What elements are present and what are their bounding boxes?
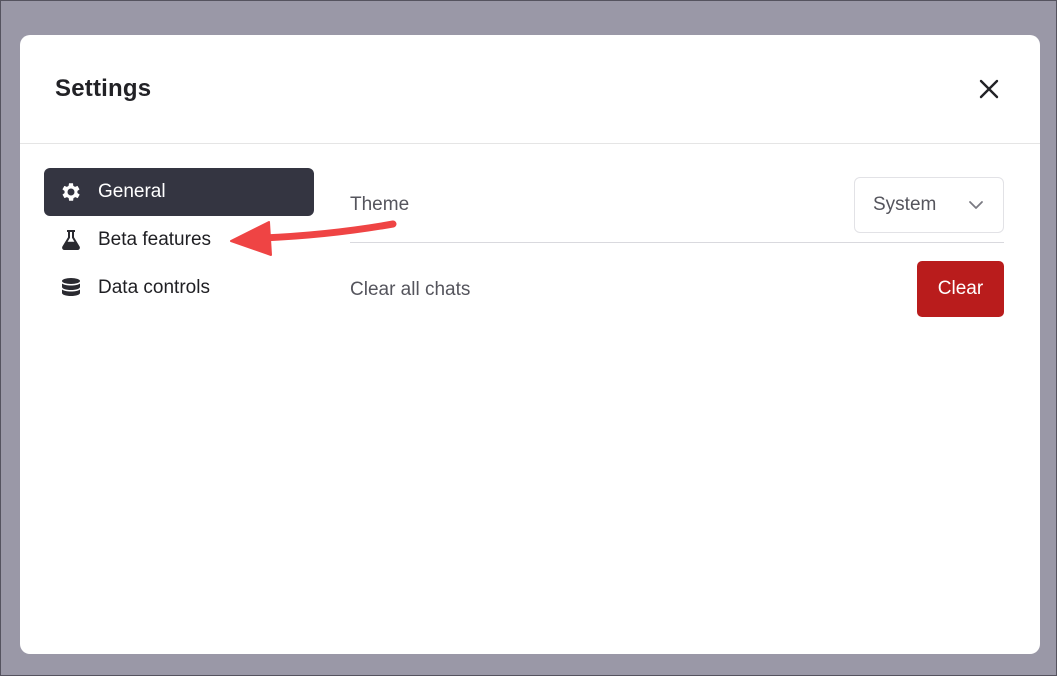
nav-item-label: General xyxy=(98,181,166,202)
gear-icon xyxy=(58,179,84,205)
theme-select-value: System xyxy=(873,194,937,215)
nav-item-label: Beta features xyxy=(98,229,212,250)
nav-item-general[interactable]: General xyxy=(44,168,314,216)
database-icon xyxy=(58,275,84,301)
theme-row: Theme System xyxy=(350,168,1004,243)
settings-nav: General Beta features Data controls xyxy=(44,168,314,312)
dialog-title: Settings xyxy=(55,75,152,102)
theme-select[interactable]: System xyxy=(854,177,1004,233)
nav-item-label: Data controls xyxy=(98,277,210,298)
settings-dialog: Settings General Beta features Data cont… xyxy=(20,35,1040,654)
dialog-header: Settings xyxy=(20,35,1040,144)
nav-item-data-controls[interactable]: Data controls xyxy=(44,264,314,312)
clear-button[interactable]: Clear xyxy=(917,261,1004,317)
settings-content: Theme System Clear all chats Clear xyxy=(350,168,1004,338)
close-icon xyxy=(979,79,999,99)
theme-label: Theme xyxy=(350,194,410,215)
close-button[interactable] xyxy=(973,73,1005,105)
nav-item-beta-features[interactable]: Beta features xyxy=(44,216,314,264)
flask-icon xyxy=(58,227,84,253)
chevron-down-icon xyxy=(969,201,983,209)
clear-chats-row: Clear all chats Clear xyxy=(350,243,1004,338)
clear-chats-label: Clear all chats xyxy=(350,279,471,300)
